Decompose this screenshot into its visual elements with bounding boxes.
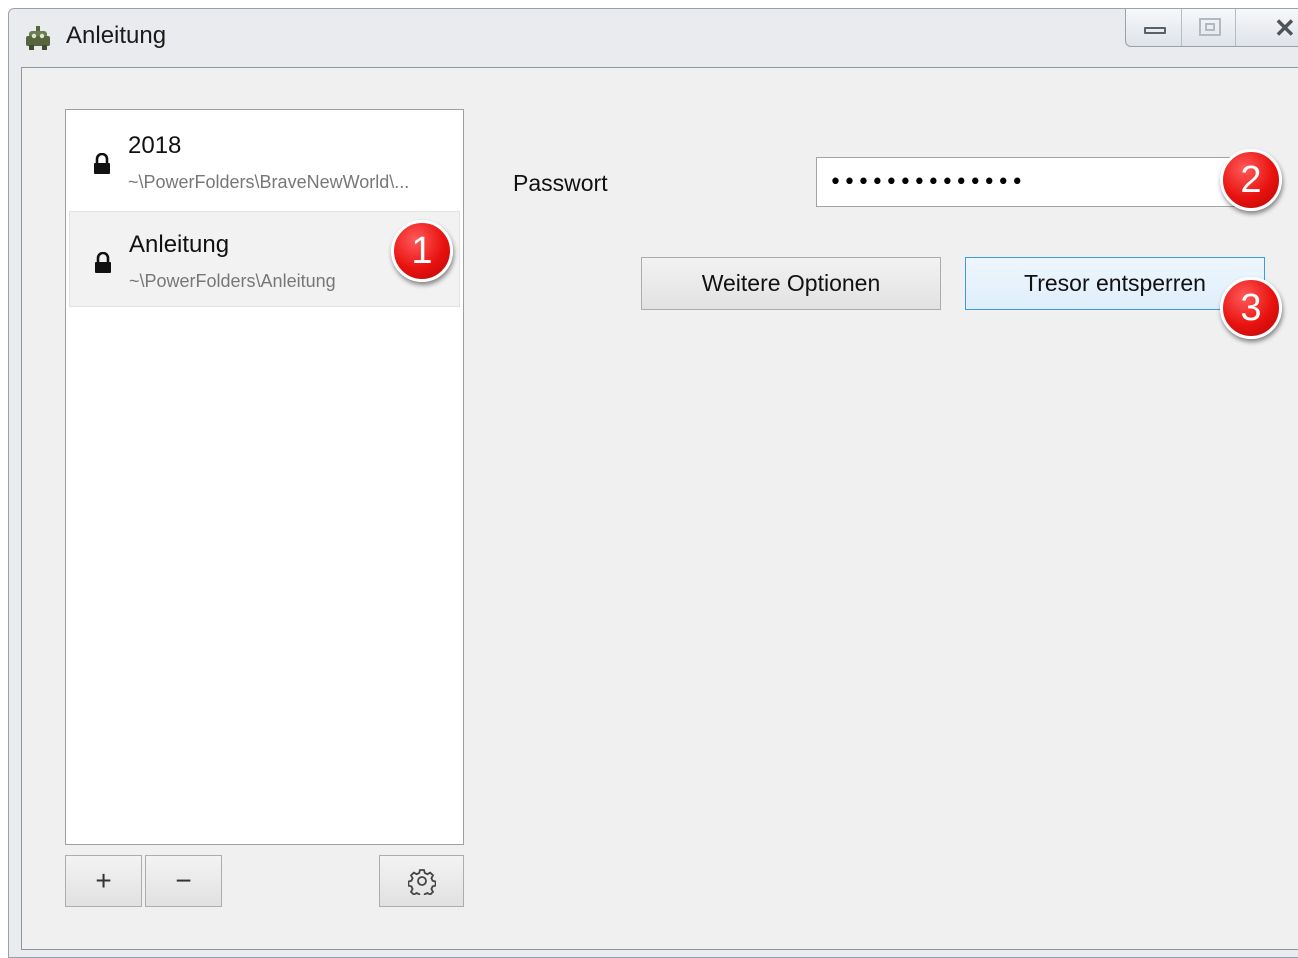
close-button[interactable]: ✕ — [1236, 9, 1298, 46]
vault-name: 2018 — [128, 132, 182, 159]
minimize-icon — [1144, 27, 1166, 34]
lock-icon — [94, 153, 110, 174]
annotation-badge-2: 2 — [1220, 149, 1282, 211]
add-vault-button[interactable]: + — [65, 855, 142, 907]
settings-button[interactable] — [379, 855, 464, 907]
lock-icon — [95, 252, 111, 273]
vault-path: ~\PowerFolders\BraveNewWorld\... — [128, 172, 410, 192]
window-title: Anleitung — [66, 22, 167, 49]
maximize-button[interactable] — [1182, 9, 1236, 46]
main-panel: 2018 ~\PowerFolders\BraveNewWorld\... An… — [21, 67, 1298, 950]
vault-item-2018[interactable]: 2018 ~\PowerFolders\BraveNewWorld\... — [69, 113, 460, 209]
title-bar: Anleitung ✕ — [9, 9, 1298, 67]
app-window: Anleitung ✕ 2018 ~\PowerFolders\BraveNew… — [8, 8, 1298, 958]
minimize-button[interactable] — [1126, 9, 1182, 46]
window-controls: ✕ — [1125, 9, 1298, 47]
annotation-badge-3: 3 — [1220, 277, 1282, 339]
annotation-badge-1: 1 — [391, 220, 453, 282]
vault-path: ~\PowerFolders\Anleitung — [129, 271, 336, 291]
vault-list[interactable]: 2018 ~\PowerFolders\BraveNewWorld\... An… — [65, 109, 464, 845]
robot-icon — [26, 26, 50, 50]
more-options-button[interactable]: Weitere Optionen — [641, 257, 941, 310]
remove-vault-button[interactable]: − — [145, 855, 222, 907]
password-field[interactable] — [816, 157, 1256, 207]
password-label: Passwort — [513, 170, 608, 196]
maximize-icon — [1199, 18, 1221, 36]
vault-name: Anleitung — [129, 231, 230, 258]
gear-icon — [407, 869, 436, 895]
close-icon: ✕ — [1274, 13, 1296, 43]
